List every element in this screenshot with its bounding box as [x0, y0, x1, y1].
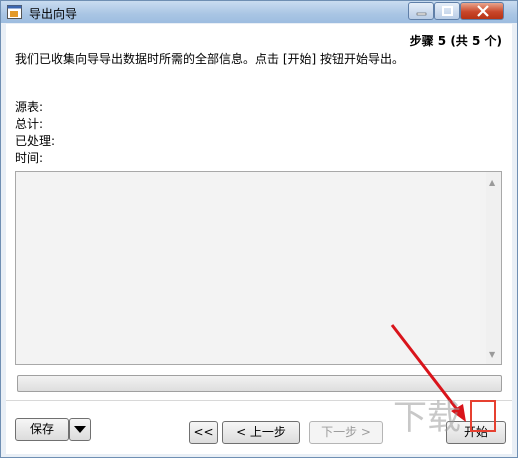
export-wizard-window: 导出向导 步骤 5 (共 5 个) 我们已收集向导导出数据时所需的全部信息。点击… [0, 0, 518, 458]
watermark-logo: 下载 [393, 398, 496, 438]
svg-text:下载: 下载 [393, 398, 461, 438]
